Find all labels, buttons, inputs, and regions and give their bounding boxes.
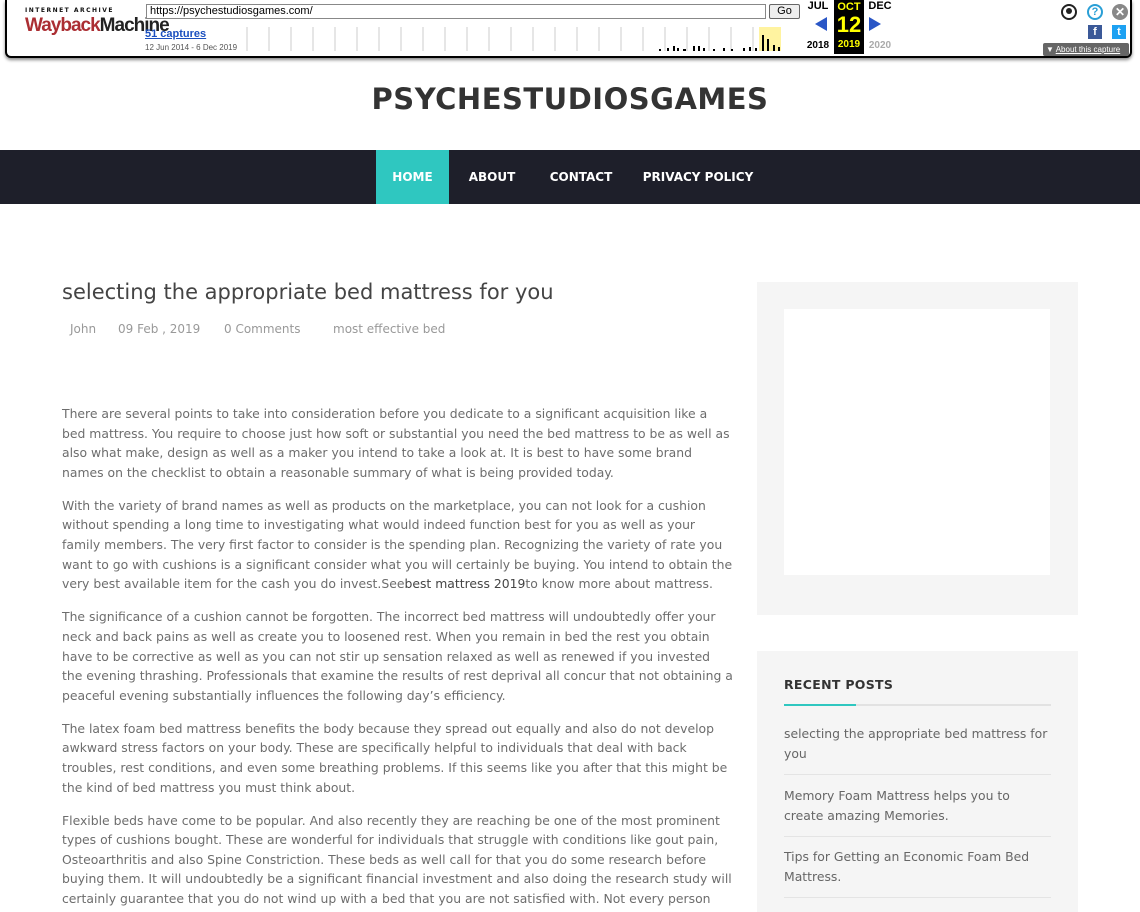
nav-item-about[interactable]: ABOUT [460, 150, 524, 204]
wayback-url-input[interactable]: https://psychestudiosgames.com/ [146, 4, 766, 19]
next-year-label: 2020 [868, 40, 892, 51]
wayback-go-button[interactable]: Go [769, 4, 800, 19]
recent-posts-divider [784, 704, 1051, 706]
post-comments-link[interactable]: 0 Comments [224, 322, 301, 336]
captures-sparkline[interactable] [243, 27, 783, 51]
current-year: 2019 [837, 39, 861, 50]
help-icon[interactable]: ? [1087, 4, 1103, 20]
facebook-icon[interactable]: f [1088, 25, 1102, 39]
recent-post-link[interactable]: Tips for Getting an Economic Foam Bed Ma… [784, 847, 1051, 898]
user-icon[interactable] [1061, 4, 1077, 20]
wayback-toolbar-panel: INTERNET ARCHIVE WaybackMachine https://… [5, 0, 1132, 58]
sidebar-widget-empty [757, 282, 1078, 615]
post-content: There are several points to take into co… [62, 404, 734, 912]
best-mattress-link[interactable]: best mattress 2019 [404, 576, 525, 591]
twitter-icon[interactable]: t [1112, 25, 1126, 39]
nav-item-home[interactable]: HOME [376, 150, 449, 204]
post-title: selecting the appropriate bed mattress f… [62, 280, 554, 304]
next-capture-arrow-icon[interactable] [869, 17, 881, 31]
wayback-logo-top: INTERNET ARCHIVE [25, 7, 115, 14]
post-paragraph: There are several points to take into co… [62, 406, 730, 480]
prev-year-link[interactable]: 2018 [803, 40, 833, 51]
prev-month-link[interactable]: JUL [803, 0, 833, 12]
recent-posts-title: RECENT POSTS [784, 677, 894, 692]
prev-capture-arrow-icon[interactable] [815, 17, 827, 31]
sidebar-widget-content [784, 309, 1050, 575]
post-paragraph: The latex foam bed mattress benefits the… [62, 720, 728, 795]
nav-item-privacy-policy[interactable]: PRIVACY POLICY [642, 150, 754, 204]
current-capture-date: OCT 12 2019 [834, 0, 864, 54]
wayback-logo[interactable]: INTERNET ARCHIVE WaybackMachine [25, 7, 170, 45]
wayback-logo-word1: Wayback [25, 15, 101, 36]
about-capture-button[interactable]: ▼ About this capture [1043, 43, 1129, 56]
captures-date-range: 12 Jun 2014 - 6 Dec 2019 [145, 43, 238, 52]
post-paragraph-text: to know more about mattress. [525, 576, 713, 592]
about-capture-label: About this capture [1055, 45, 1121, 54]
recent-post-link[interactable]: selecting the appropriate bed mattress f… [784, 724, 1051, 775]
post-category-link[interactable]: most effective bed [333, 322, 445, 336]
recent-posts-widget: RECENT POSTS selecting the appropriate b… [757, 651, 1078, 912]
post-paragraph: Flexible beds have come to be popular. A… [62, 812, 732, 907]
captures-link[interactable]: 51 captures [145, 28, 206, 40]
next-month-label: DEC [868, 0, 892, 12]
nav-item-contact[interactable]: CONTACT [543, 150, 619, 204]
close-icon[interactable]: ✕ [1112, 4, 1128, 20]
recent-post-link[interactable]: Memory Foam Mattress helps you to create… [784, 786, 1051, 837]
post-date: 09 Feb , 2019 [118, 322, 201, 336]
recent-posts-accent [784, 704, 856, 706]
post-paragraph: The significance of a cushion cannot be … [62, 609, 733, 703]
main-nav: HOME ABOUT CONTACT PRIVACY POLICY [0, 150, 1140, 204]
current-day: 12 [836, 12, 862, 37]
post-paragraph: With the variety of brand names as well … [62, 496, 734, 594]
wayback-toolbar: INTERNET ARCHIVE WaybackMachine https://… [0, 0, 1140, 62]
post-author[interactable]: John [70, 322, 96, 336]
site-title[interactable]: PSYCHESTUDIOSGAMES [0, 82, 1140, 116]
